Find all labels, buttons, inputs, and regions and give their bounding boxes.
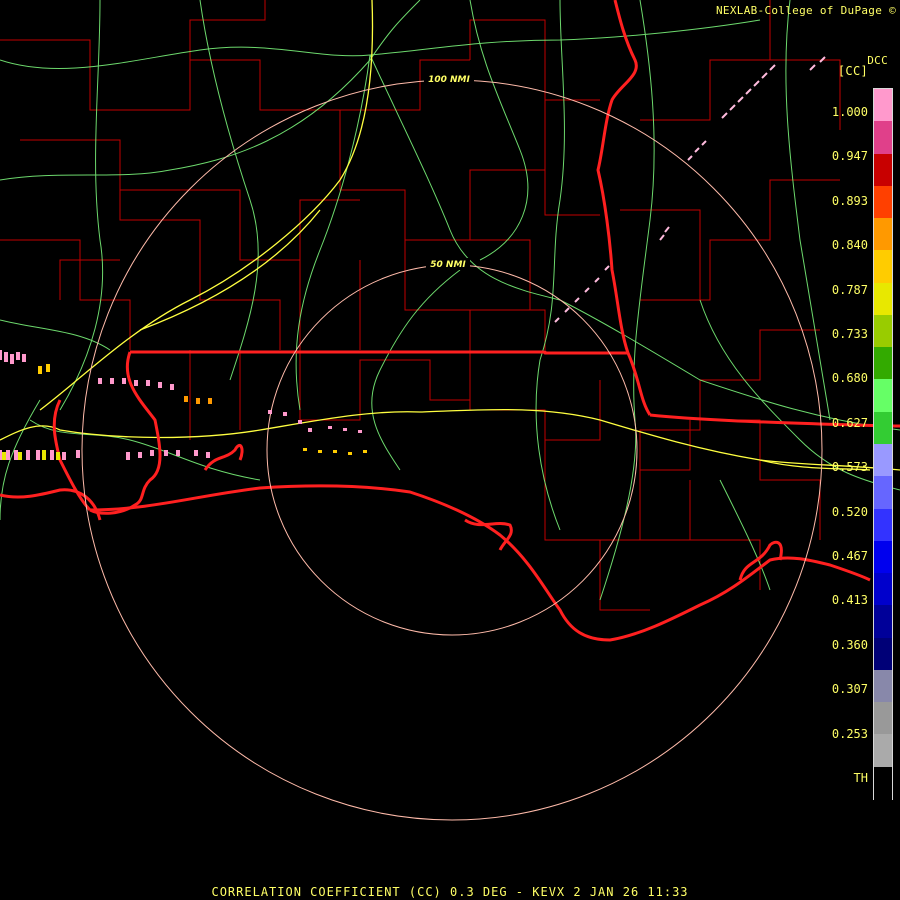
product-title: CORRELATION COEFFICIENT (CC) 0.3 DEG - K… bbox=[211, 885, 689, 899]
color-scale-tick: 0.947 bbox=[831, 149, 868, 164]
color-scale-swatch bbox=[874, 121, 892, 155]
color-scale-tick: 0.307 bbox=[831, 682, 868, 697]
color-scale-tick: 0.627 bbox=[831, 415, 868, 430]
color-scale-tick: 1.000 bbox=[831, 105, 868, 119]
range-ring-50-label: 50 NMI bbox=[430, 260, 466, 270]
color-scale-tick: 0.733 bbox=[831, 327, 868, 341]
color-scale-tick: 0.787 bbox=[831, 282, 868, 297]
credit-label: NEXLAB-College of DuPage © bbox=[716, 4, 896, 17]
color-scale-tick: TH bbox=[853, 771, 868, 785]
color-scale-tick: 0.520 bbox=[831, 504, 868, 519]
color-scale-swatch bbox=[874, 153, 892, 187]
color-scale-swatch bbox=[874, 508, 892, 542]
color-scale-swatch bbox=[874, 669, 892, 704]
color-scale-swatch bbox=[874, 379, 892, 413]
color-scale-tick: 0.680 bbox=[831, 371, 868, 386]
color-scale-swatch bbox=[874, 444, 892, 478]
product-code-label: [CC] bbox=[837, 64, 868, 78]
color-scale-swatch bbox=[874, 411, 892, 445]
color-scale-tick: 0.467 bbox=[831, 549, 868, 563]
color-scale-swatch bbox=[874, 605, 892, 639]
color-scale-swatch bbox=[874, 702, 892, 736]
radar-map: 50 NMI 100 NMI bbox=[0, 0, 900, 900]
color-scale-tick: 0.360 bbox=[831, 637, 868, 652]
color-scale-swatch bbox=[874, 540, 892, 575]
color-scale-tick: 0.413 bbox=[831, 593, 868, 608]
color-scale-tick: 0.840 bbox=[831, 238, 868, 253]
color-scale-tick: 0.253 bbox=[831, 726, 868, 741]
color-scale-swatch bbox=[874, 250, 892, 284]
color-scale-bar bbox=[873, 88, 893, 800]
color-scale-swatch bbox=[874, 476, 892, 510]
color-scale-swatch bbox=[874, 734, 892, 768]
color-scale-swatch bbox=[874, 185, 892, 220]
color-scale-tick: 0.893 bbox=[831, 193, 868, 208]
color-scale-swatch bbox=[874, 766, 892, 800]
color-scale-tick: 0.573 bbox=[831, 460, 868, 475]
color-scale-swatch bbox=[874, 314, 892, 349]
color-scale-swatch bbox=[874, 573, 892, 607]
color-scale-swatch bbox=[874, 218, 892, 252]
range-ring-100-label: 100 NMI bbox=[428, 75, 470, 85]
color-scale-swatch bbox=[874, 89, 892, 123]
color-scale-swatch bbox=[874, 347, 892, 381]
color-scale-swatch bbox=[874, 637, 892, 671]
color-scale-swatch bbox=[874, 282, 892, 316]
station-label: DCC bbox=[867, 54, 888, 67]
